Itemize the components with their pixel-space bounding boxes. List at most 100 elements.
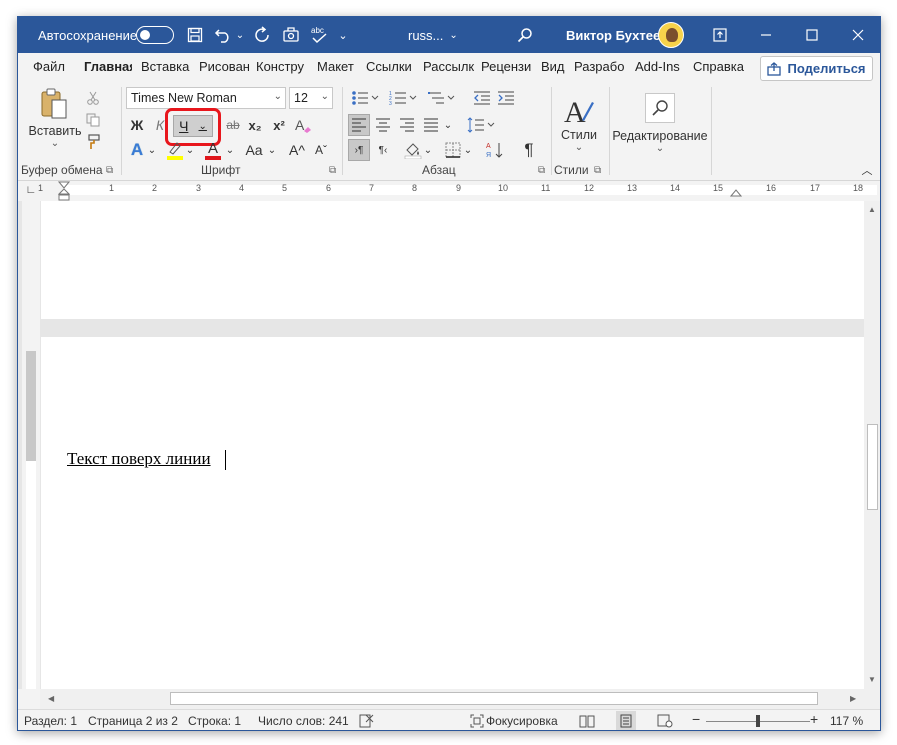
- proofing-icon[interactable]: [358, 713, 376, 729]
- minimize-icon[interactable]: [744, 17, 788, 53]
- text-effects-dropdown-icon[interactable]: ⌄: [146, 141, 158, 159]
- highlight-dropdown-icon[interactable]: ⌄: [184, 141, 196, 159]
- left-indent-marker-icon[interactable]: [58, 181, 70, 201]
- tab-mailings[interactable]: Рассылк: [423, 59, 475, 79]
- save-icon[interactable]: [184, 17, 206, 53]
- bullets-button[interactable]: [348, 87, 382, 109]
- justify-dropdown-icon[interactable]: ⌄: [442, 116, 454, 134]
- vertical-scrollbar[interactable]: ▲ ▼: [864, 201, 880, 689]
- clear-formatting-icon[interactable]: A: [292, 114, 314, 136]
- styles-launcher-icon[interactable]: ⧉: [594, 165, 601, 176]
- format-painter-icon[interactable]: [84, 133, 102, 151]
- cut-icon[interactable]: [84, 89, 102, 107]
- font-launcher-icon[interactable]: ⧉: [329, 165, 336, 176]
- share-button[interactable]: Поделиться: [760, 56, 873, 81]
- align-center-icon[interactable]: [372, 114, 394, 136]
- increase-indent-icon[interactable]: [495, 87, 517, 109]
- zoom-slider-thumb[interactable]: [756, 715, 760, 727]
- close-icon[interactable]: [836, 17, 880, 53]
- collapse-ribbon-icon[interactable]: ︿: [858, 163, 876, 177]
- autosave-toggle[interactable]: [136, 26, 174, 44]
- status-section[interactable]: Раздел: 1: [24, 714, 77, 728]
- superscript-button[interactable]: x²: [268, 114, 290, 136]
- ltr-direction-icon[interactable]: ›¶: [348, 139, 370, 161]
- justify-icon[interactable]: [420, 114, 442, 136]
- customize-qat-icon[interactable]: ⌄: [336, 17, 350, 53]
- font-color-button[interactable]: A: [202, 139, 224, 161]
- scroll-right-icon[interactable]: ▶: [850, 694, 856, 703]
- maximize-icon[interactable]: [790, 17, 834, 53]
- scroll-down-icon[interactable]: ▼: [868, 675, 876, 684]
- tab-add-ins[interactable]: Add-Ins: [635, 59, 685, 79]
- focus-icon[interactable]: [468, 713, 486, 729]
- text-effects-button[interactable]: A: [126, 139, 148, 161]
- copy-icon[interactable]: [84, 111, 102, 129]
- highlight-color-icon[interactable]: [164, 139, 186, 161]
- undo-icon[interactable]: [212, 17, 234, 53]
- decrease-indent-icon[interactable]: [471, 87, 493, 109]
- read-mode-icon[interactable]: [578, 713, 596, 729]
- numbering-button[interactable]: 123: [386, 87, 420, 109]
- align-left-icon[interactable]: [348, 114, 370, 136]
- change-case-button[interactable]: Aa: [240, 139, 268, 161]
- tab-review[interactable]: Рецензи: [481, 59, 533, 79]
- print-layout-icon[interactable]: [616, 711, 636, 730]
- user-name[interactable]: Виктор Бухтеев: [566, 17, 668, 53]
- scroll-up-icon[interactable]: ▲: [868, 205, 876, 214]
- vertical-scroll-thumb[interactable]: [867, 424, 878, 510]
- document-title[interactable]: russ... ⌄: [408, 17, 458, 53]
- tab-layout[interactable]: Макет: [317, 59, 359, 79]
- styles-button[interactable]: A Стили ⌄: [556, 87, 602, 159]
- touch-mode-icon[interactable]: [280, 17, 302, 53]
- font-color-dropdown-icon[interactable]: ⌄: [224, 141, 236, 159]
- redo-icon[interactable]: [252, 17, 274, 53]
- shading-dropdown-icon[interactable]: ⌄: [422, 141, 434, 159]
- editing-button[interactable]: Редактирование ⌄: [612, 87, 708, 159]
- multilevel-list-button[interactable]: [424, 87, 458, 109]
- zoom-out-button[interactable]: −: [692, 711, 700, 727]
- borders-icon[interactable]: [442, 139, 464, 161]
- sort-icon[interactable]: AЯ: [484, 139, 506, 161]
- tab-design[interactable]: Констру: [256, 59, 308, 79]
- page-1-bottom[interactable]: [41, 201, 864, 319]
- align-right-icon[interactable]: [396, 114, 418, 136]
- page-2[interactable]: Текст поверх линии: [41, 337, 864, 689]
- document-text[interactable]: Текст поверх линии: [67, 449, 211, 469]
- web-layout-icon[interactable]: [656, 713, 674, 729]
- rtl-direction-icon[interactable]: ¶‹: [372, 139, 394, 161]
- horizontal-scroll-thumb[interactable]: [170, 692, 818, 705]
- tab-selector-icon[interactable]: ∟: [24, 183, 38, 197]
- tab-insert[interactable]: Вставка: [141, 59, 191, 79]
- subscript-button[interactable]: x₂: [244, 114, 266, 136]
- paste-button[interactable]: Вставить ⌄: [29, 87, 82, 149]
- undo-dropdown-icon[interactable]: ⌄: [234, 17, 246, 53]
- search-icon[interactable]: [514, 17, 536, 53]
- horizontal-scrollbar[interactable]: ◀ ▶: [40, 689, 864, 709]
- tab-file[interactable]: Файл: [33, 59, 73, 79]
- tab-references[interactable]: Ссылки: [366, 59, 416, 79]
- shading-icon[interactable]: [402, 139, 424, 161]
- avatar[interactable]: [658, 22, 684, 48]
- status-word-count[interactable]: Число слов: 241: [258, 714, 349, 728]
- tab-view[interactable]: Вид: [541, 59, 567, 79]
- font-name-combo[interactable]: Times New Roman ⌄: [126, 87, 286, 109]
- spelling-icon[interactable]: abc: [308, 17, 332, 53]
- line-spacing-button[interactable]: [464, 114, 498, 136]
- tab-draw[interactable]: Рисован: [199, 59, 249, 79]
- status-line[interactable]: Строка: 1: [188, 714, 241, 728]
- change-case-dropdown-icon[interactable]: ⌄: [266, 141, 278, 159]
- show-marks-button[interactable]: ¶: [518, 139, 540, 161]
- status-page[interactable]: Страница 2 из 2: [88, 714, 178, 728]
- strikethrough-button[interactable]: ab: [222, 114, 244, 136]
- font-size-combo[interactable]: 12 ⌄: [289, 87, 333, 109]
- grow-font-button[interactable]: A^: [286, 139, 308, 161]
- scroll-left-icon[interactable]: ◀: [48, 694, 54, 703]
- tab-help[interactable]: Справка: [693, 59, 753, 79]
- focus-mode-label[interactable]: Фокусировка: [486, 714, 558, 728]
- bold-button[interactable]: Ж: [126, 114, 148, 136]
- zoom-level[interactable]: 117 %: [830, 714, 863, 728]
- paragraph-launcher-icon[interactable]: ⧉: [538, 165, 545, 176]
- zoom-in-button[interactable]: +: [810, 711, 818, 727]
- tab-home[interactable]: Главная: [84, 59, 132, 79]
- clipboard-launcher-icon[interactable]: ⧉: [106, 165, 113, 176]
